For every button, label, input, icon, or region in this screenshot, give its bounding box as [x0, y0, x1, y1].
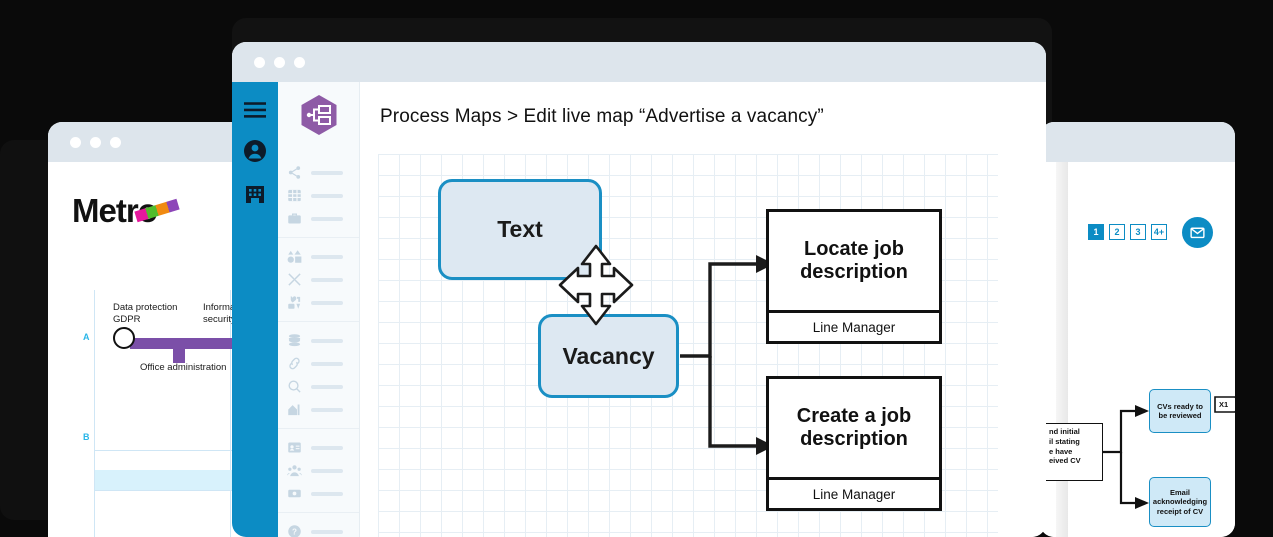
titlebar-right	[1040, 122, 1235, 162]
page-button-2[interactable]: 2	[1109, 224, 1125, 240]
organisation-building-icon[interactable]	[244, 183, 266, 206]
window-minimize-dot[interactable]	[90, 136, 101, 148]
nav-group-4	[278, 429, 359, 513]
page-button-1[interactable]: 1	[1088, 224, 1104, 240]
nav-item-media[interactable]	[278, 291, 359, 314]
desktop-background: Metro A B C Data protection GDPR Info	[0, 0, 1273, 537]
nav-item-label-bar	[311, 300, 343, 305]
main-window-body: ? Process Maps > Edit live map “Advertis…	[232, 82, 1046, 537]
nav-item-tools[interactable]	[278, 268, 359, 291]
window-close-dot-main[interactable]	[254, 56, 265, 68]
briefcase-icon	[286, 210, 303, 227]
nav-group-1	[278, 154, 359, 238]
nav-item-search[interactable]	[278, 375, 359, 398]
nav-item-label-bar	[311, 407, 343, 412]
grid-table-icon	[286, 187, 303, 204]
nav-item-label-bar	[311, 254, 343, 259]
nav-item-label-bar	[311, 468, 343, 473]
gantt-row-label-b: B	[83, 432, 90, 442]
nav-item-label-bar	[311, 170, 343, 175]
shapes-icon	[286, 248, 303, 265]
nav-item-label-bar	[311, 384, 343, 389]
database-icon	[286, 332, 303, 349]
step-role: Line Manager	[769, 310, 939, 341]
step-title: Create a job description	[796, 405, 912, 450]
gantt-row-label-a: A	[83, 332, 90, 342]
nav-item-shapes[interactable]	[278, 245, 359, 268]
right-flow-email-ack-box: Email acknowledging receipt of CV	[1149, 477, 1211, 527]
right-flow-x1-tag: X1	[1214, 396, 1235, 413]
right-flow-diagram: nd initial il stating e have eived CV CV…	[1040, 377, 1235, 527]
page-button-4plus[interactable]: 4+	[1151, 224, 1167, 240]
mail-button[interactable]	[1182, 217, 1213, 248]
window-maximize-dot[interactable]	[110, 136, 121, 148]
gantt-milestone-marker	[113, 327, 135, 349]
metro-logo: Metro	[72, 192, 180, 230]
canvas-area: Process Maps > Edit live map “Advertise …	[360, 82, 1046, 537]
window-maximize-dot-main[interactable]	[294, 56, 305, 68]
nav-item-label-bar	[311, 216, 343, 221]
nav-item-label-bar	[311, 338, 343, 343]
nav-group-5: ?	[278, 513, 359, 537]
nav-group-3	[278, 322, 359, 429]
nav-item-factory-home[interactable]	[278, 398, 359, 421]
gantt-bar-tick	[173, 349, 185, 363]
nav-item-database[interactable]	[278, 329, 359, 352]
move-four-way-cursor	[550, 244, 642, 331]
titlebar-main	[232, 42, 1046, 82]
pagination[interactable]: 1 2 3 4+	[1088, 224, 1167, 240]
window-minimize-dot-main[interactable]	[274, 56, 285, 68]
id-card-icon	[286, 439, 303, 456]
nav-item-id-card[interactable]	[278, 436, 359, 459]
process-map-hexagon-logo[interactable]	[300, 94, 338, 136]
envelope-icon	[1190, 227, 1205, 239]
nav-item-process-share[interactable]	[278, 161, 359, 184]
nav-item-people-group[interactable]	[278, 459, 359, 482]
step-role: Line Manager	[769, 477, 939, 508]
link-icon	[286, 355, 303, 372]
nav-item-help[interactable]: ?	[278, 520, 359, 537]
hamburger-menu-icon[interactable]	[244, 102, 266, 119]
gantt-task-data-protection: Data protection GDPR	[113, 302, 178, 325]
process-map-canvas[interactable]: Text Vacancy Locate job description Line…	[378, 154, 998, 537]
nav-item-link[interactable]	[278, 352, 359, 375]
step-create-a-job-description[interactable]: Create a job description Line Manager	[766, 376, 942, 511]
breadcrumb[interactable]: Process Maps > Edit live map “Advertise …	[380, 106, 1046, 128]
metro-logo-text: Metr	[72, 192, 139, 229]
nav-item-label-bar	[311, 193, 343, 198]
window-process-maps[interactable]: ? Process Maps > Edit live map “Advertis…	[232, 42, 1046, 537]
step-title: Locate job description	[800, 238, 908, 283]
nav-item-label-bar	[311, 445, 343, 450]
right-flow-cvs-ready-box: CVs ready to be reviewed	[1149, 389, 1211, 433]
user-account-icon[interactable]	[243, 139, 267, 163]
nav-group-2	[278, 238, 359, 322]
tools-icon	[286, 271, 303, 288]
nav-item-grid-table[interactable]	[278, 184, 359, 207]
gantt-task-office-administration: Office administration	[140, 362, 227, 373]
nav-item-label-bar	[311, 529, 343, 534]
right-window-body: 1 2 3 4+ nd initial il stating e have ei…	[1040, 162, 1235, 537]
money-icon	[286, 485, 303, 502]
nav-item-briefcase[interactable]	[278, 207, 359, 230]
gantt-task-information-security: Informa security	[203, 302, 236, 325]
people-group-icon	[286, 462, 303, 479]
media-icon	[286, 294, 303, 311]
nav-item-label-bar	[311, 361, 343, 366]
nav-panel: ?	[278, 82, 360, 537]
window-close-dot[interactable]	[70, 136, 81, 148]
nav-item-label-bar	[311, 491, 343, 496]
step-locate-job-description[interactable]: Locate job description Line Manager	[766, 209, 942, 344]
svg-text:?: ?	[292, 528, 297, 537]
page-button-3[interactable]: 3	[1130, 224, 1146, 240]
nav-item-money[interactable]	[278, 482, 359, 505]
process-share-icon	[286, 164, 303, 181]
help-question-icon: ?	[286, 523, 303, 537]
window-right-flow[interactable]: 1 2 3 4+ nd initial il stating e have ei…	[1040, 122, 1235, 537]
right-flow-source-box: nd initial il stating e have eived CV	[1045, 423, 1103, 481]
factory-home-icon	[286, 401, 303, 418]
search-icon	[286, 378, 303, 395]
app-rail	[232, 82, 278, 537]
nav-item-label-bar	[311, 277, 343, 282]
